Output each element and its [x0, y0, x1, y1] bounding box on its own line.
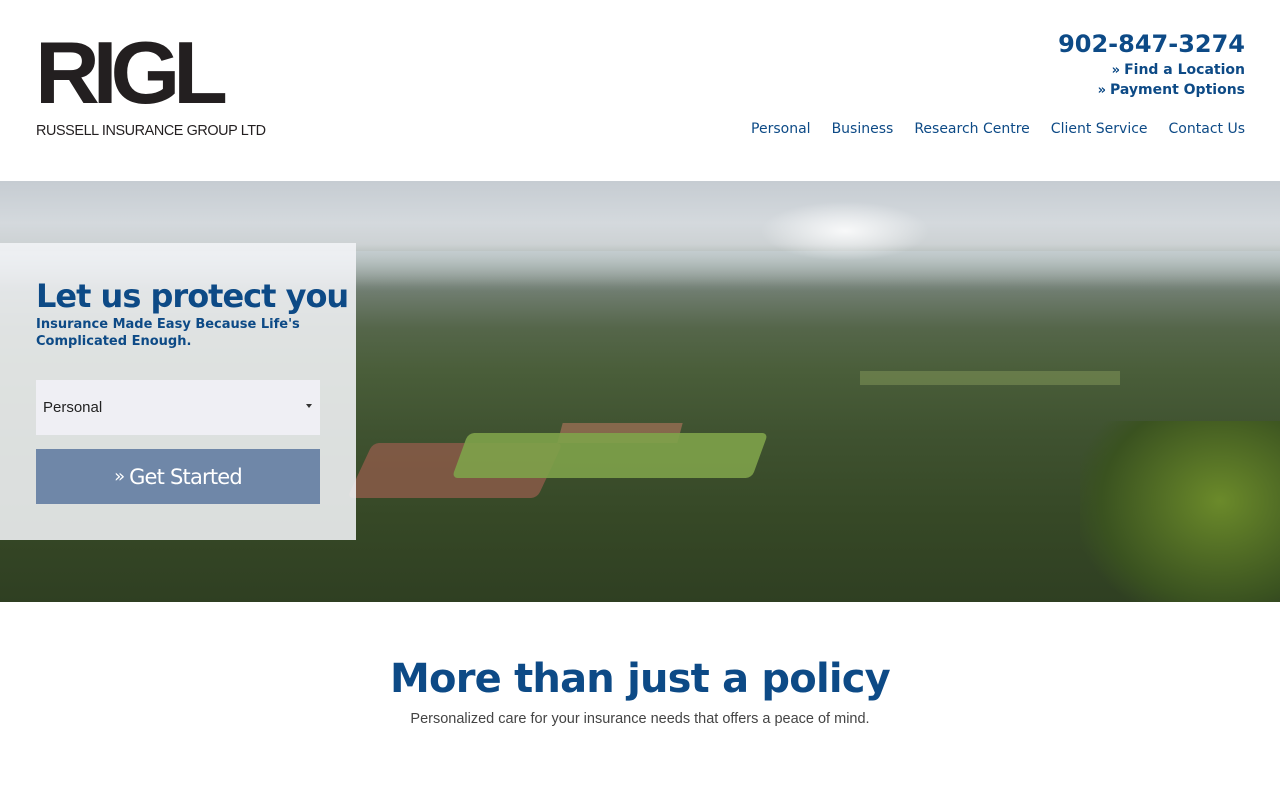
logo-company-name: RUSSELL INSURANCE GROUP LTD: [36, 123, 266, 139]
caret-down-icon: [306, 404, 312, 408]
payment-options-link[interactable]: » Payment Options: [1098, 82, 1245, 98]
find-location-link[interactable]: » Find a Location: [1112, 62, 1245, 78]
intro-title: More than just a policy: [390, 656, 891, 702]
hero-title: Let us protect you: [36, 277, 349, 315]
phone-number[interactable]: 902-847-3274: [1058, 30, 1245, 58]
double-chevron-right-icon: »: [114, 466, 126, 487]
insurance-type-value: Personal: [43, 399, 103, 416]
get-started-label: Get Started: [129, 464, 243, 489]
intro-subtitle: Personalized care for your insurance nee…: [410, 711, 870, 727]
hero-field: [860, 371, 1120, 385]
quote-panel: Let us protect you Insurance Made Easy B…: [0, 243, 356, 540]
hero-field: [451, 433, 769, 478]
nav-item-personal[interactable]: Personal: [751, 121, 811, 137]
get-started-button[interactable]: » Get Started: [36, 449, 320, 504]
double-chevron-right-icon: »: [1111, 62, 1121, 78]
hero-banner: Let us protect you Insurance Made Easy B…: [0, 181, 1280, 602]
company-logo[interactable]: RIGL RUSSELL INSURANCE GROUP LTD: [35, 23, 266, 142]
nav-item-contact-us[interactable]: Contact Us: [1169, 121, 1245, 137]
hero-subtitle: Insurance Made Easy Because Life's Compl…: [36, 317, 300, 349]
insurance-type-select[interactable]: Personal: [36, 380, 320, 435]
double-chevron-right-icon: »: [1097, 82, 1107, 98]
payment-options-label: Payment Options: [1110, 82, 1245, 98]
main-nav: Personal Business Research Centre Client…: [751, 121, 1245, 137]
hero-tree: [1080, 421, 1280, 602]
hero-cloud: [760, 201, 930, 261]
nav-item-client-service[interactable]: Client Service: [1051, 121, 1148, 137]
nav-item-business[interactable]: Business: [832, 121, 894, 137]
find-location-label: Find a Location: [1124, 62, 1245, 78]
logo-wordmark: RIGL: [35, 23, 228, 122]
nav-item-research-centre[interactable]: Research Centre: [914, 121, 1029, 137]
site-header: RIGL RUSSELL INSURANCE GROUP LTD 902-847…: [0, 0, 1280, 181]
